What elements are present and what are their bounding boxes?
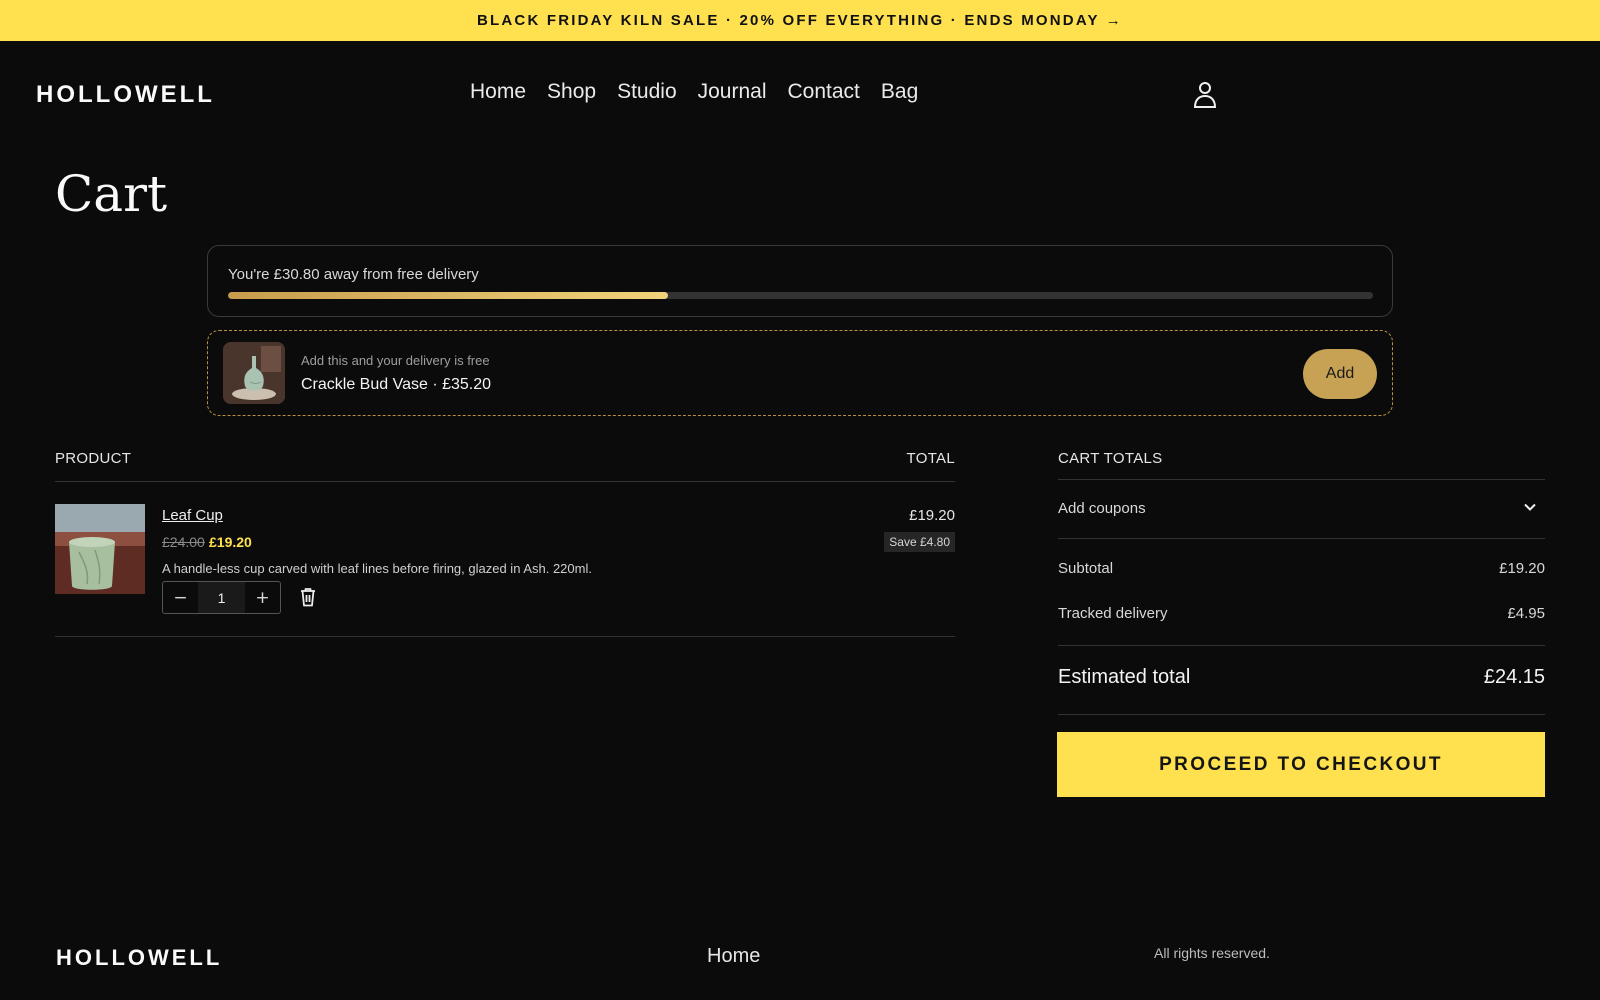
nav-journal[interactable]: Journal [698, 80, 767, 104]
line-item-total: £19.20 [909, 507, 955, 524]
nav-shop[interactable]: Shop [547, 80, 596, 104]
progress-track [228, 292, 1373, 299]
decrease-quantity-button[interactable]: − [163, 582, 198, 613]
progress-fill [228, 292, 668, 299]
divider [1058, 479, 1545, 480]
delivery-row: Tracked delivery £4.95 [1058, 605, 1545, 622]
footer-link-home[interactable]: Home [707, 945, 760, 968]
upsell-kicker: Add this and your delivery is free [301, 353, 490, 368]
subtotal-value: £19.20 [1499, 560, 1545, 577]
trash-icon[interactable] [297, 586, 319, 608]
increase-quantity-button[interactable]: + [245, 582, 280, 613]
estimated-total-label: Estimated total [1058, 666, 1191, 688]
main-nav: Home Shop Studio Journal Contact Bag [470, 80, 918, 104]
estimated-total-value: £24.15 [1483, 666, 1545, 688]
save-badge: Save £4.80 [884, 532, 955, 552]
page-title: Cart [55, 165, 168, 223]
checkout-button[interactable]: PROCEED TO CHECKOUT [1057, 732, 1545, 797]
add-coupons-toggle[interactable]: Add coupons [1058, 500, 1545, 517]
add-coupons-label: Add coupons [1058, 500, 1146, 517]
promo-banner[interactable]: BLACK FRIDAY KILN SALE · 20% OFF EVERYTH… [0, 0, 1600, 41]
line-item-description: A handle-less cup carved with leaf lines… [162, 561, 592, 576]
nav-studio[interactable]: Studio [617, 80, 677, 104]
nav-contact[interactable]: Contact [788, 80, 860, 104]
copyright-text: All rights reserved. [1154, 945, 1270, 961]
chevron-down-icon [1524, 503, 1536, 511]
line-item-image[interactable] [55, 504, 145, 594]
free-delivery-message: You're £30.80 away from free delivery [228, 266, 479, 283]
cart-totals-heading: CART TOTALS [1058, 450, 1163, 467]
quantity-stepper: − + [162, 581, 281, 614]
upsell-card: Add this and your delivery is free Crack… [207, 330, 1393, 416]
delivery-label: Tracked delivery [1058, 605, 1168, 622]
line-item-name[interactable]: Leaf Cup [162, 507, 223, 524]
divider [1058, 538, 1545, 539]
upsell-product-title: Crackle Bud Vase · £35.20 [301, 376, 492, 393]
divider [55, 636, 955, 637]
line-item-sale-price: £19.20 [209, 534, 252, 550]
nav-bag[interactable]: Bag [881, 80, 918, 104]
upsell-add-button[interactable]: Add [1303, 349, 1377, 399]
site-logo[interactable]: HOLLOWELL [36, 81, 215, 109]
divider [1058, 645, 1545, 646]
site-header: HOLLOWELL Home Shop Studio Journal Conta… [0, 41, 1600, 149]
subtotal-row: Subtotal £19.20 [1058, 560, 1545, 577]
quantity-input[interactable] [198, 582, 245, 613]
free-delivery-progress: You're £30.80 away from free delivery [207, 245, 1393, 317]
subtotal-label: Subtotal [1058, 560, 1114, 577]
user-icon[interactable] [1192, 80, 1218, 108]
promo-text[interactable]: BLACK FRIDAY KILN SALE · 20% OFF EVERYTH… [477, 12, 1123, 29]
divider [55, 481, 955, 482]
product-column-header: PRODUCT [55, 450, 132, 467]
line-item-old-price: £24.00 [162, 534, 205, 550]
total-column-header: TOTAL [906, 450, 955, 467]
delivery-value: £4.95 [1507, 605, 1545, 622]
estimated-total-row: Estimated total £24.15 [1058, 666, 1545, 689]
divider [1058, 714, 1545, 715]
upsell-product-image [223, 342, 285, 404]
footer-logo[interactable]: HOLLOWELL [56, 945, 222, 971]
nav-home[interactable]: Home [470, 80, 526, 104]
